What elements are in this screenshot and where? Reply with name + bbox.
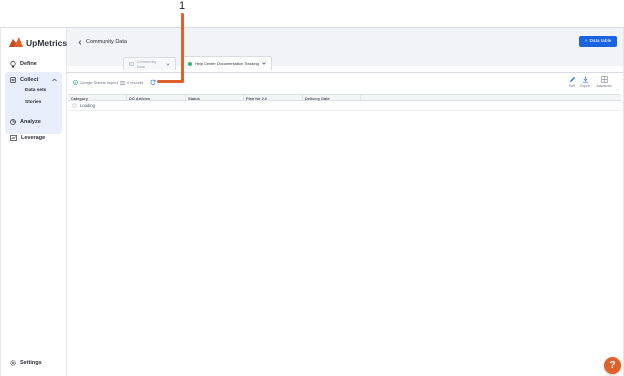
sidebar-subitem-stories[interactable]: Stories [25, 100, 41, 105]
table-row: Loading [68, 101, 621, 111]
chevron-down-icon [166, 62, 170, 66]
settings-label: Settings [20, 360, 42, 366]
breadcrumb[interactable]: Community Data [78, 39, 127, 45]
grid-icon [600, 76, 608, 83]
spinner-icon [72, 103, 77, 108]
question-mark-icon: ? [609, 360, 616, 371]
toolbar: Google Sheets Import 0 records Edit Expo… [67, 72, 623, 93]
refresh-button[interactable] [150, 79, 156, 85]
brand-name: UpMetrics [26, 37, 68, 48]
help-button[interactable]: ? [604, 357, 621, 374]
main-panel: Community Data + Data table Community Da… [67, 28, 623, 376]
data-table: Category DG Articles Status Plan for 2.0… [68, 94, 621, 111]
table-icon [129, 62, 134, 66]
chevron-down-icon [262, 62, 266, 65]
export-button[interactable]: Export [576, 76, 594, 88]
download-icon [582, 76, 588, 83]
tab-help-center-documentation-tracking[interactable]: Help Center Documentation Tracking [182, 56, 272, 70]
add-data-table-label: Data table [589, 39, 612, 44]
table-header: Category DG Articles Status Plan for 2.0… [68, 94, 621, 101]
lightbulb-icon [10, 60, 16, 67]
sidebar-item-label: Leverage [21, 135, 46, 141]
annotation-line-horizontal [157, 80, 184, 83]
chevron-up-icon[interactable] [52, 78, 57, 82]
advanced-label: Advanced [596, 84, 612, 88]
sidebar-item-leverage[interactable]: Leverage [5, 131, 62, 145]
status-dot-icon [188, 61, 192, 66]
sidebar-subitem-data-sets[interactable]: Data sets [25, 88, 46, 93]
check-circle-icon [73, 80, 78, 85]
page-title: Community Data [86, 39, 127, 45]
sidebar-item-settings[interactable]: Settings [10, 360, 42, 366]
export-label: Export [580, 84, 590, 88]
logo[interactable]: UpMetrics [9, 37, 67, 48]
gear-icon [10, 360, 16, 366]
tab-label: Help Center Documentation Tracking [195, 61, 259, 66]
pencil-icon [569, 76, 575, 82]
chevron-left-icon[interactable] [78, 39, 82, 45]
app-window: UpMetrics Define Collect Data sets Stori… [0, 27, 624, 376]
google-sheets-import-button[interactable]: Google Sheets Import [73, 80, 118, 85]
advanced-button[interactable]: Advanced [595, 76, 613, 88]
plus-icon: + [584, 39, 588, 44]
refresh-icon [150, 79, 156, 85]
sidebar-item-label: Define [20, 61, 37, 67]
upmetrics-logo-icon [9, 37, 23, 47]
import-label: Google Sheets Import [80, 80, 118, 85]
leverage-icon [10, 135, 17, 141]
edit-label: Edit [569, 84, 575, 88]
tab-community-data[interactable]: Community Data [123, 57, 176, 70]
records-label: 0 records [127, 80, 144, 85]
analyze-icon [10, 119, 16, 125]
loading-indicator: Loading [72, 103, 95, 108]
sidebar: UpMetrics Define Collect Data sets Stori… [1, 28, 67, 376]
tabs: Community Data Help Center Documentation… [67, 56, 623, 72]
tab-label: Community Data [136, 59, 157, 69]
loading-label: Loading [80, 103, 95, 108]
collect-icon [10, 77, 16, 83]
sidebar-item-define[interactable]: Define [5, 57, 62, 71]
screen: 1 UpMetrics Define Collect Data sets Sto… [0, 0, 624, 376]
add-data-table-button[interactable]: + Data table [579, 36, 617, 47]
records-count: 0 records [120, 80, 143, 85]
annotation-line-vertical [181, 13, 184, 82]
list-icon [120, 80, 125, 85]
annotation-marker: 1 [178, 0, 186, 12]
sidebar-item-label: Analyze [20, 119, 41, 125]
sidebar-item-label: Collect [20, 77, 39, 83]
sidebar-item-analyze[interactable]: Analyze [5, 115, 62, 129]
sidebar-item-collect[interactable]: Collect [5, 73, 62, 87]
